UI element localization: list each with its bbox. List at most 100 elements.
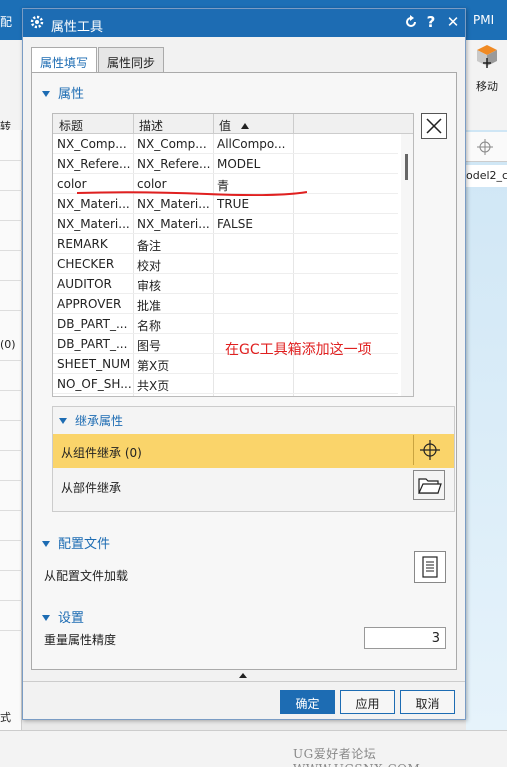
row-description-cell: 批准 xyxy=(137,299,162,313)
delete-attribute-button[interactable] xyxy=(421,113,447,139)
row-title-cell: color xyxy=(57,177,87,191)
sort-ascending-icon xyxy=(241,123,250,129)
row-description-cell: 第X页 xyxy=(137,359,170,373)
table-row[interactable]: REMARK 备注 xyxy=(53,234,398,254)
attribute-table: 标题 描述 值 NX_Comp... NX_Comp... AllCompo... N… xyxy=(52,113,414,397)
row-title-cell: SHEET_NUM xyxy=(57,357,131,371)
reset-icon[interactable] xyxy=(403,14,419,30)
snap-point-icon[interactable] xyxy=(476,138,494,156)
close-icon[interactable]: ✕ xyxy=(445,14,461,30)
inherit-from-part-label: 从部件继承 xyxy=(61,481,122,495)
tab-attribute-fill[interactable]: 属性填写 xyxy=(31,47,98,74)
cancel-button[interactable]: 取消 xyxy=(400,690,455,714)
attribute-tool-dialog: 属性工具 ? ✕ 属性填写 属性同步 属性 标题 描述 值 NX_Comp...… xyxy=(22,8,466,720)
row-description-cell: 图号 xyxy=(137,339,162,353)
table-row[interactable]: NX_Materi... NX_Materi... TRUE xyxy=(53,194,398,214)
help-icon[interactable]: ? xyxy=(423,14,439,30)
table-header: 标题 描述 值 xyxy=(53,114,413,134)
annotation-underline xyxy=(77,191,307,196)
row-value-cell[interactable]: MODEL xyxy=(217,157,293,171)
inherit-from-component-label: 从组件继承 (0) xyxy=(61,446,142,460)
graphics-toolbar xyxy=(466,132,507,162)
row-title-cell: CHECKER xyxy=(57,257,115,271)
collapse-caret-icon xyxy=(42,614,50,621)
document-icon xyxy=(422,556,438,578)
graphics-window[interactable] xyxy=(466,130,507,730)
close-icon xyxy=(426,118,442,134)
row-description-cell: 名称 xyxy=(137,319,162,333)
tab-attribute-sync[interactable]: 属性同步 xyxy=(98,47,165,73)
row-title-cell: NX_Comp... xyxy=(57,137,127,151)
table-row[interactable]: NX_Refere... NX_Refere... MODEL xyxy=(53,154,398,174)
row-description-cell: 共X页 xyxy=(137,379,170,393)
move-icon[interactable] xyxy=(473,42,501,70)
row-description-cell: NX_Materi... xyxy=(137,217,210,231)
collapse-caret-icon xyxy=(42,540,50,547)
apply-button[interactable]: 应用 xyxy=(340,690,395,714)
collapse-caret-icon xyxy=(42,90,50,97)
attributes-section-title: 属性 xyxy=(58,87,85,102)
watermark: UG爱好者论坛 WWW.UGSNX.COM xyxy=(293,747,420,767)
open-part-button[interactable] xyxy=(413,470,445,500)
inherit-from-part-row[interactable]: 从部件继承 xyxy=(53,469,454,503)
table-row[interactable]: NX_Comp... NX_Comp... AllCompo... xyxy=(53,134,398,154)
move-button-label[interactable]: 移动 xyxy=(476,78,498,94)
mass-precision-input[interactable]: 3 xyxy=(364,627,446,649)
row-description-cell: 校对 xyxy=(137,259,162,273)
row-description-cell: color xyxy=(137,177,167,191)
row-value-cell[interactable]: TRUE xyxy=(217,197,293,211)
part-navigator: (0) xyxy=(0,130,22,730)
row-title-cell: NX_Refere... xyxy=(57,157,131,171)
folder-open-icon xyxy=(418,478,442,494)
row-title-cell: NX_Materi... xyxy=(57,197,130,211)
inherit-section-header[interactable]: 继承属性 xyxy=(59,412,123,429)
inherit-from-component-row[interactable]: 从组件继承 (0) xyxy=(53,434,454,468)
inherit-attributes-group: 继承属性 从组件继承 (0) 从部件继承 xyxy=(52,406,455,512)
table-row[interactable]: CHECKER 校对 xyxy=(53,254,398,274)
load-from-config-label: 从配置文件加载 xyxy=(44,569,129,583)
config-section-title: 配置文件 xyxy=(58,537,111,552)
row-title-cell: DB_PART_... xyxy=(57,337,128,351)
column-value[interactable]: 值 xyxy=(219,117,250,134)
column-title[interactable]: 标题 xyxy=(59,117,83,134)
attributes-section-header[interactable]: 属性 xyxy=(42,83,84,102)
load-config-button[interactable] xyxy=(414,551,446,583)
row-description-cell: 审核 xyxy=(137,279,162,293)
row-description-cell: NX_Refere... xyxy=(137,157,211,171)
inherit-section-title: 继承属性 xyxy=(75,414,124,428)
dialog-title: 属性工具 xyxy=(51,20,104,35)
settings-section-title: 设置 xyxy=(58,611,85,626)
table-row[interactable]: APPROVER 批准 xyxy=(53,294,398,314)
bottom-left-text: 式 xyxy=(0,711,11,724)
column-value-label: 值 xyxy=(219,119,232,133)
navigator-count: (0) xyxy=(0,338,16,351)
dialog-title-bar[interactable]: 属性工具 ? ✕ xyxy=(23,9,465,37)
column-description[interactable]: 描述 xyxy=(139,117,163,134)
table-row[interactable]: DB_PART_... 名称 xyxy=(53,314,398,334)
mass-precision-label: 重量属性精度 xyxy=(44,633,117,647)
tab-panel: 属性 标题 描述 值 NX_Comp... NX_Comp... AllCompo.… xyxy=(31,72,457,670)
row-description-cell: 备注 xyxy=(137,239,162,253)
select-component-button[interactable] xyxy=(413,435,445,465)
settings-section-header[interactable]: 设置 xyxy=(42,607,84,626)
ribbon-left: 转 xyxy=(0,40,22,133)
expand-more-icon[interactable] xyxy=(239,673,247,678)
app-menu-label[interactable]: 配 xyxy=(0,13,12,30)
pmi-tab[interactable]: PMI xyxy=(473,13,494,27)
table-row[interactable]: NX_Materi... NX_Materi... FALSE xyxy=(53,214,398,234)
row-title-cell: AUDITOR xyxy=(57,277,112,291)
row-title-cell: NO_OF_SH... xyxy=(57,377,131,391)
annotation-text: 在GC工具箱添加这一项 xyxy=(225,342,372,358)
table-scroll-thumb[interactable] xyxy=(405,154,408,180)
row-value-cell[interactable]: FALSE xyxy=(217,217,293,231)
ribbon-right: 移动 xyxy=(466,40,507,130)
model-tab[interactable]: odel2_c xyxy=(466,165,507,187)
config-section-header[interactable]: 配置文件 xyxy=(42,533,110,552)
row-title-cell: DB_PART_... xyxy=(57,317,128,331)
ok-button[interactable]: 确定 xyxy=(280,690,335,714)
row-title-cell: NX_Materi... xyxy=(57,217,130,231)
table-row[interactable]: NO_OF_SH... 共X页 xyxy=(53,374,398,394)
row-title-cell: REMARK xyxy=(57,237,108,251)
table-row[interactable]: AUDITOR 审核 xyxy=(53,274,398,294)
row-value-cell[interactable]: AllCompo... xyxy=(217,137,293,151)
